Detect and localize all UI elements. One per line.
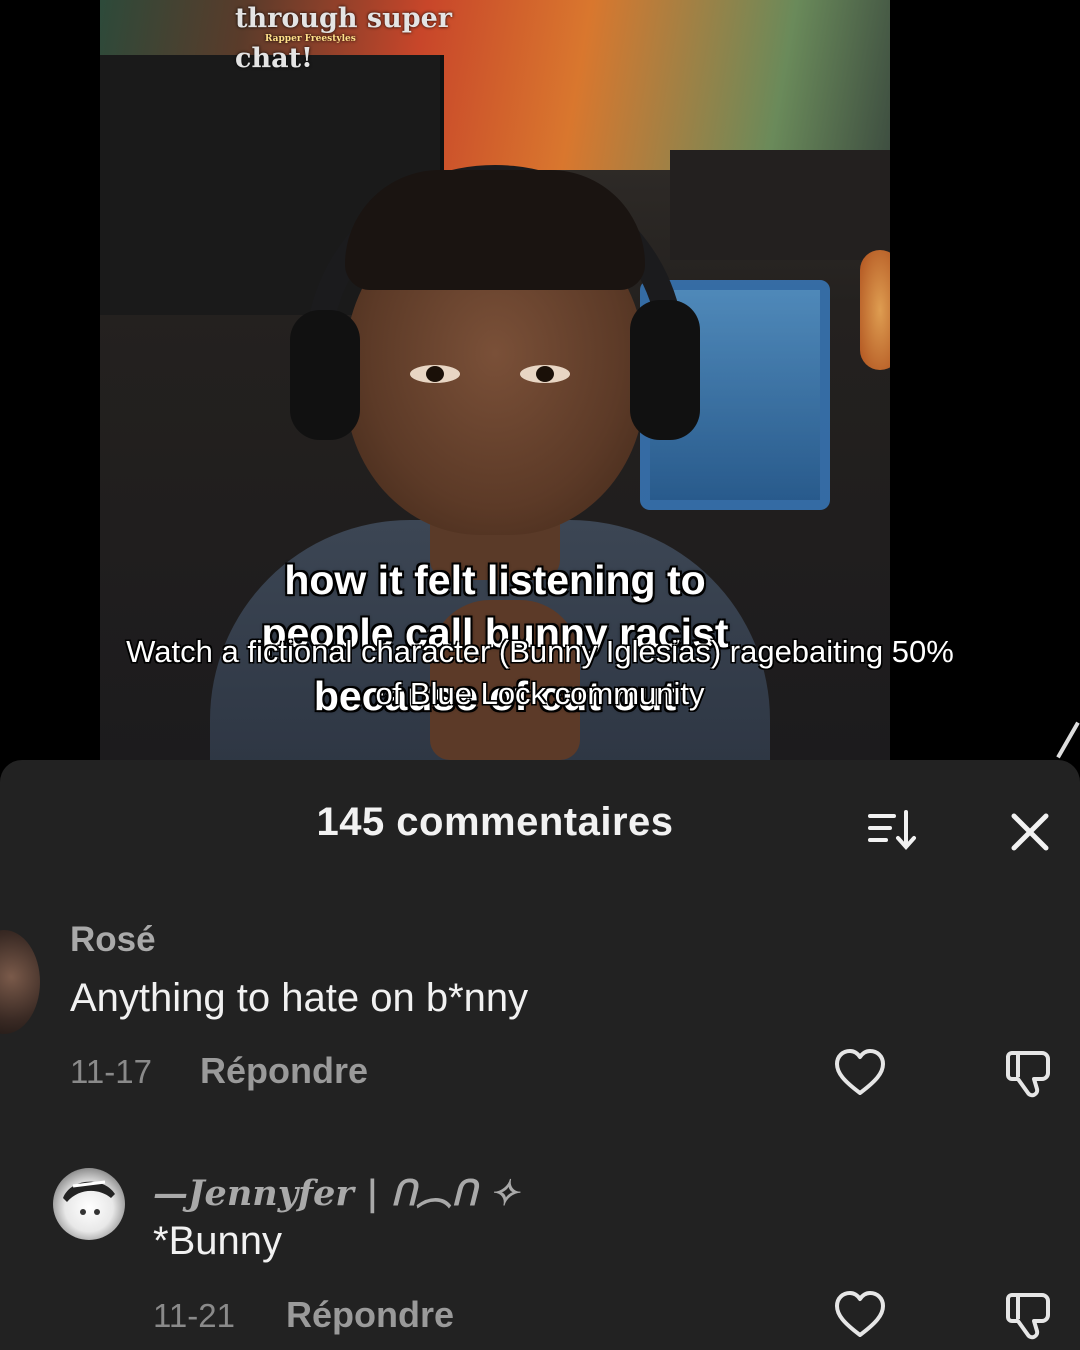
video-description-line-2: of Blue Lock community: [375, 676, 705, 711]
superchat-line-2: chat!: [235, 43, 313, 74]
comment-text: *Bunny: [153, 1219, 282, 1263]
commenter-avatar[interactable]: [53, 1168, 125, 1240]
background-shelf: [670, 150, 890, 260]
person-eye-left: [410, 365, 460, 383]
headphone-left-cup: [290, 310, 360, 440]
comment-text: Anything to hate on b*nny: [70, 976, 529, 1020]
comment-username[interactable]: Rosé: [70, 920, 156, 960]
sort-comments-button[interactable]: [862, 806, 922, 856]
like-button[interactable]: [832, 1045, 888, 1101]
avatar-illustration: [63, 1180, 115, 1215]
superchat-line-1: through super: [235, 3, 452, 34]
close-comments-button[interactable]: [1000, 802, 1060, 862]
comment-username[interactable]: —Jennyfer | ᑎ︵ᑎ ✧: [153, 1165, 519, 1216]
person-eye-right: [520, 365, 570, 383]
headphone-right-cup: [630, 300, 700, 440]
dislike-button[interactable]: [1002, 1045, 1058, 1101]
video-player[interactable]: through super Rapper Freestyles chat! ho…: [0, 0, 1080, 760]
heart-icon: [835, 1291, 885, 1337]
comment-date: 11-21: [153, 1297, 235, 1334]
close-icon: [1011, 813, 1049, 851]
comment-item: Rosé Anything to hate on b*nny 11-17 Rép…: [0, 890, 1080, 1120]
thumbs-down-icon: [1006, 1051, 1050, 1098]
comments-sheet: 145 commentaires Rosé Anything to hate o…: [0, 760, 1080, 1350]
heart-icon: [835, 1049, 885, 1095]
comment-date: 11-17: [70, 1053, 152, 1090]
neon-light-orange: [860, 250, 890, 370]
like-button[interactable]: [832, 1287, 888, 1343]
dislike-button[interactable]: [1002, 1287, 1058, 1343]
commenter-avatar[interactable]: [0, 930, 40, 1034]
person-hair: [345, 170, 645, 290]
thumbs-down-icon: [1006, 1293, 1050, 1340]
video-description-line-1: Watch a fictional character (Bunny Igles…: [126, 634, 954, 669]
comment-item: —Jennyfer | ᑎ︵ᑎ ✧ *Bunny 11-21 Répondre: [0, 1135, 1080, 1350]
comments-count-title: 145 commentaires: [316, 800, 674, 844]
reply-button[interactable]: Répondre: [200, 1050, 368, 1092]
reply-button[interactable]: Répondre: [286, 1294, 454, 1336]
video-caption-line-1: how it felt listening to: [284, 557, 706, 603]
sort-descending-icon: [868, 810, 916, 851]
superchat-overlay: through super Rapper Freestyles chat!: [235, 4, 452, 74]
video-frame-edge: [1056, 721, 1080, 759]
